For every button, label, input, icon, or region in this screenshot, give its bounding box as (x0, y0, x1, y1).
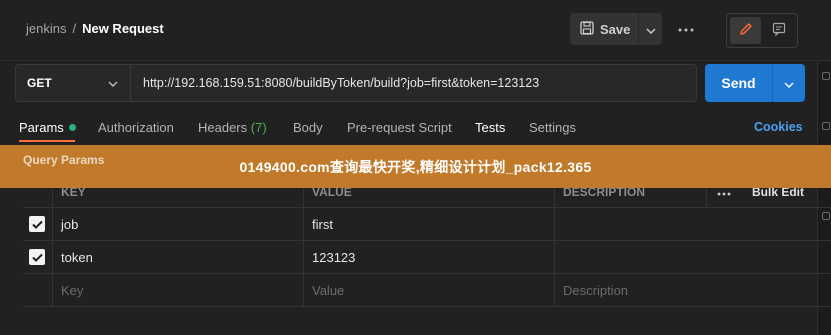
row-checkbox[interactable] (29, 249, 45, 265)
save-label: Save (600, 21, 631, 37)
pencil-icon (739, 22, 753, 39)
checkbox-checked-icon (31, 217, 43, 232)
url-bar: GET (15, 64, 697, 102)
save-options-button[interactable] (638, 13, 662, 45)
tab-params-label: Params (19, 120, 64, 135)
new-description-placeholder[interactable]: Description (554, 274, 831, 306)
params-active-dot (68, 124, 76, 131)
tab-tests[interactable]: Tests (475, 120, 505, 135)
param-value-cell[interactable]: first (303, 208, 554, 240)
checkbox-checked-icon (31, 250, 43, 265)
overlay-banner: 0149400.com查询最快开奖,精细设计计划_pack12.365 (0, 145, 831, 188)
breadcrumb: jenkins / New Request (26, 21, 164, 36)
param-description-cell[interactable] (554, 208, 831, 240)
method-label: GET (27, 76, 52, 90)
send-options-button[interactable] (772, 64, 805, 102)
request-header: jenkins / New Request Save (0, 0, 831, 60)
row-checkbox[interactable] (29, 216, 45, 232)
banner-text: 0149400.com查询最快开奖,精细设计计划_pack12.365 (239, 158, 592, 175)
save-icon (580, 20, 594, 38)
table-row: job first (23, 208, 831, 241)
chevron-down-icon (108, 76, 118, 90)
headers-count: (7) (250, 120, 267, 135)
save-button-group: Save (570, 13, 662, 45)
param-key-cell[interactable]: job (52, 208, 303, 240)
query-params-label: Query Params (23, 153, 105, 167)
tab-params[interactable]: Params (19, 120, 76, 135)
breadcrumb-workspace[interactable]: jenkins (26, 21, 66, 36)
more-options-button[interactable] (673, 22, 699, 36)
method-select[interactable]: GET (16, 65, 131, 101)
tab-body[interactable]: Body (293, 120, 323, 135)
send-button[interactable]: Send (705, 64, 772, 102)
request-title[interactable]: New Request (82, 21, 164, 36)
active-tab-indicator (19, 140, 75, 142)
new-value-placeholder[interactable]: Value (303, 274, 554, 306)
sidebar-icon[interactable] (822, 122, 830, 130)
row-checkbox-cell (23, 241, 52, 273)
sidebar-icon[interactable] (822, 72, 830, 80)
tab-pre-request-script[interactable]: Pre-request Script (347, 120, 452, 135)
param-value-cell[interactable]: 123123 (303, 241, 554, 273)
tab-settings[interactable]: Settings (529, 120, 576, 135)
view-mode-toggle (726, 13, 798, 48)
param-description-cell[interactable] (554, 241, 831, 273)
new-key-placeholder[interactable]: Key (52, 274, 303, 306)
tab-authorization[interactable]: Authorization (98, 120, 174, 135)
table-row: token 123123 (23, 241, 831, 274)
header-divider (0, 60, 831, 61)
comments-mode-button[interactable] (763, 17, 794, 44)
save-button[interactable]: Save (570, 13, 638, 45)
chevron-down-icon (646, 22, 656, 37)
param-key-cell[interactable]: token (52, 241, 303, 273)
comment-icon (772, 22, 786, 39)
more-horizontal-icon (678, 23, 694, 35)
table-row-empty: Key Value Description (23, 274, 831, 307)
row-checkbox-cell (23, 208, 52, 240)
edit-mode-button[interactable] (730, 17, 761, 44)
tab-headers[interactable]: Headers (7) (198, 120, 267, 135)
tab-headers-label: Headers (198, 120, 248, 135)
query-params-table: KEY VALUE DESCRIPTION Bulk Edit job firs… (23, 176, 831, 307)
breadcrumb-separator: / (72, 21, 77, 36)
cookies-link[interactable]: Cookies (754, 120, 803, 134)
url-input[interactable] (131, 65, 696, 101)
chevron-down-icon (784, 76, 794, 91)
row-checkbox-cell (23, 274, 52, 306)
send-button-group: Send (705, 64, 805, 102)
